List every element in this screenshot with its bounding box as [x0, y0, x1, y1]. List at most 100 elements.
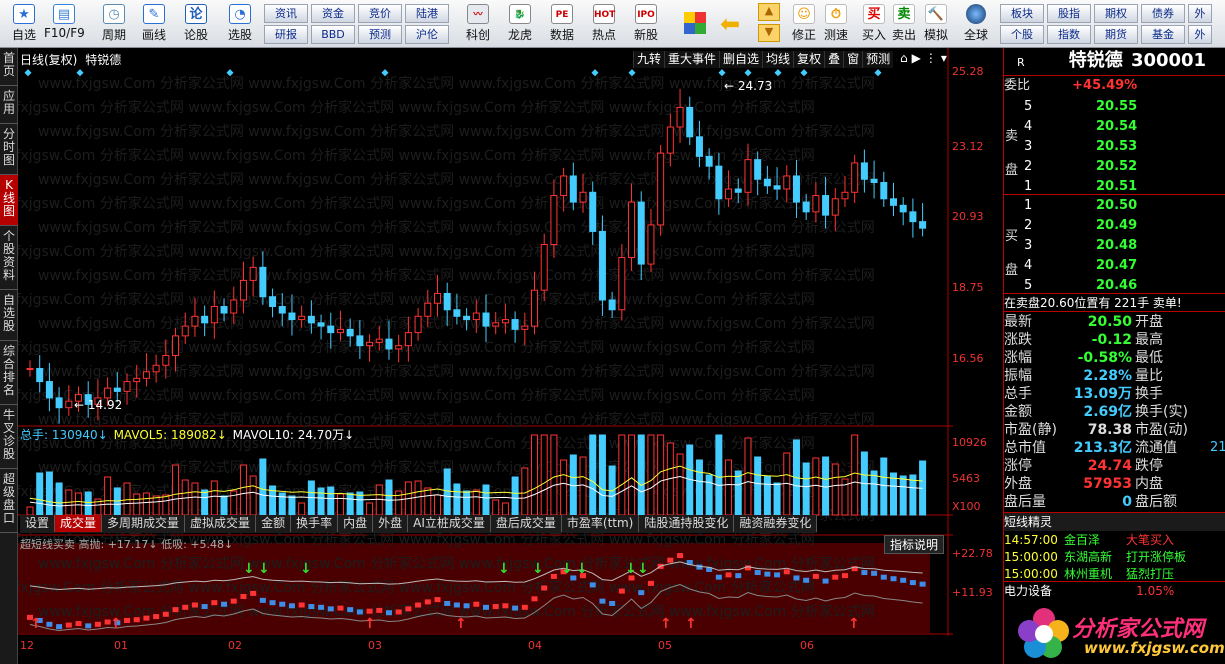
toolbar-select-stock-button[interactable]: ◔ 选股	[220, 2, 260, 46]
toolbar-sell-button[interactable]: 卖卖出	[888, 2, 920, 46]
quick-button[interactable]: 陆港	[405, 4, 449, 23]
buy-arrow-icon: ↑	[848, 616, 860, 632]
indicator-block	[512, 605, 519, 611]
quick-button[interactable]: BBD	[311, 25, 355, 44]
left-tab[interactable]: 超级盘口	[0, 469, 18, 533]
volume-bar	[618, 434, 626, 516]
indicator-tab[interactable]: 多周期成交量	[102, 515, 186, 532]
toolbar-clock-button[interactable]: ◷ 周期	[94, 2, 134, 46]
toolbar-ipo-button[interactable]: IPO 新股	[626, 2, 666, 46]
color-grid-icon[interactable]	[684, 12, 706, 34]
arrow-right-icon[interactable]: ▶	[912, 51, 925, 65]
volume-bar	[744, 437, 752, 516]
market-button[interactable]: 板块	[1000, 4, 1044, 23]
candle-body	[269, 296, 277, 308]
toolbar-pencil-button[interactable]: ✎ 画线	[134, 2, 174, 46]
toolbar-fix-button[interactable]: ☺ 修正	[788, 2, 820, 46]
market-button[interactable]: 债券	[1141, 4, 1185, 23]
quick-button[interactable]: 资讯	[264, 4, 308, 23]
chart-top-button[interactable]: 重大事件	[664, 51, 719, 68]
toolbar-dragon-tiger-button[interactable]: 🐉 龙虎	[500, 2, 540, 46]
candle-body	[385, 338, 393, 350]
market-button[interactable]: 期货	[1094, 25, 1138, 44]
spirit-title[interactable]: 短线精灵	[1004, 512, 1225, 531]
chart-top-button[interactable]: 复权	[793, 51, 824, 68]
dropdown-icon[interactable]: ▾	[941, 51, 951, 65]
toolbar-pe-button[interactable]: PE 数据	[542, 2, 582, 46]
indicator-tab[interactable]: 融资融券变化	[734, 515, 818, 532]
toolbar-star-button[interactable]: ★ 自选	[4, 2, 44, 46]
month-label: 02	[228, 639, 242, 652]
candle-body	[142, 371, 150, 379]
left-tab[interactable]: 牛叉诊股	[0, 405, 18, 469]
market-button[interactable]: 期权	[1094, 4, 1138, 23]
left-tab[interactable]: 个股资料	[0, 226, 18, 290]
volume-bar	[133, 493, 141, 516]
market-button[interactable]: 外	[1188, 4, 1212, 23]
chart-top-button[interactable]: 窗	[843, 51, 862, 68]
candle-body	[259, 266, 267, 298]
lock-icon[interactable]: ⌂	[900, 51, 912, 65]
toolbar-simulate-button[interactable]: 🔨 模拟	[920, 2, 952, 46]
toolbar-kechuang-button[interactable]: 〰科创	[458, 2, 498, 46]
up-arrow-icon[interactable]: ▲	[758, 3, 780, 21]
candle-body	[899, 204, 907, 213]
indicator-tab[interactable]: 设置	[20, 515, 56, 532]
indicator-block	[541, 585, 548, 591]
market-button[interactable]: 个股	[1000, 25, 1044, 44]
global-button[interactable]: 全球	[956, 2, 996, 46]
indicator-tab[interactable]: 成交量	[55, 515, 103, 532]
left-tab[interactable]: 综合排名	[0, 341, 18, 405]
chart-top-button[interactable]: 删自选	[719, 51, 762, 68]
kline-chart-area[interactable]: www.fxjgsw.Com 分析家公式网 www.fxjgsw.Com 分析家…	[18, 48, 1002, 664]
left-tab[interactable]: 首页	[0, 48, 18, 86]
watermark-text: www.fxjgsw.Com 分析家公式网 www.fxjgsw.Com 分析家…	[18, 387, 815, 404]
toolbar-f10-button[interactable]: ▤ F10/F9	[44, 2, 85, 46]
quick-button[interactable]: 研报	[264, 25, 308, 44]
indicator-tab[interactable]: 市盈率(ttm)	[562, 515, 640, 532]
back-arrow-icon[interactable]: ⬅	[720, 10, 740, 38]
left-tab[interactable]: K线图	[0, 175, 18, 226]
quick-button[interactable]: 资金	[311, 4, 355, 23]
market-button[interactable]: 基金	[1141, 25, 1185, 44]
down-arrow-icon[interactable]: ▼	[758, 24, 780, 42]
indicator-tab[interactable]: 外盘	[373, 515, 409, 532]
indicator-tab[interactable]: 虚拟成交量	[185, 515, 257, 532]
left-tab[interactable]: 自选股	[0, 290, 18, 341]
more-icon[interactable]: ⋮	[925, 51, 941, 65]
indicator-tab[interactable]: 内盘	[338, 515, 374, 532]
chart-top-button[interactable]: 九转	[633, 51, 664, 68]
quick-button[interactable]: 预测	[358, 25, 402, 44]
indicator-tab[interactable]: 陆股通持股变化	[639, 515, 735, 532]
market-button[interactable]: 外	[1188, 25, 1212, 44]
indicator-help-button[interactable]: 指标说明	[884, 535, 945, 554]
market-button[interactable]: 股指	[1047, 4, 1091, 23]
market-button[interactable]: 指数	[1047, 25, 1091, 44]
level-index: 4	[1024, 258, 1033, 273]
indicator-block	[133, 617, 140, 623]
left-tab[interactable]: 分时图	[0, 124, 18, 175]
buy-arrow-icon: ↑	[455, 616, 467, 632]
stock-name: 特锐德	[1068, 50, 1123, 71]
indicator-tab[interactable]: 盘后成交量	[491, 515, 562, 532]
watermark-text: www.fxjgsw.Com 分析家公式网 www.fxjgsw.Com 分析家…	[38, 219, 875, 236]
quick-button[interactable]: 沪伦	[405, 25, 449, 44]
indicator-block	[143, 615, 150, 621]
chart-top-button[interactable]: 叠	[824, 51, 843, 68]
indicator-block	[803, 577, 810, 583]
volume-bar	[220, 495, 228, 516]
candle-body	[395, 345, 403, 350]
indicator-tab[interactable]: 金额	[256, 515, 292, 532]
chart-top-button[interactable]: 均线	[762, 51, 793, 68]
sell-level-row: 4 20.54	[1024, 117, 1224, 136]
chart-top-button[interactable]: 预测	[862, 51, 893, 68]
indicator-tab[interactable]: AI立桩成交量	[408, 515, 491, 532]
stat-row: 涨幅 -0.58% 最低	[1004, 349, 1225, 368]
toolbar-speed-button[interactable]: ⏱ 测速	[820, 2, 852, 46]
quick-button[interactable]: 竞价	[358, 4, 402, 23]
indicator-tab[interactable]: 换手率	[291, 515, 339, 532]
toolbar-hot-button[interactable]: HOT 热点	[584, 2, 624, 46]
toolbar-discuss-button[interactable]: 论论股	[176, 2, 216, 46]
toolbar-buy-button[interactable]: 买买入	[858, 2, 890, 46]
left-tab[interactable]: 应用	[0, 86, 18, 124]
